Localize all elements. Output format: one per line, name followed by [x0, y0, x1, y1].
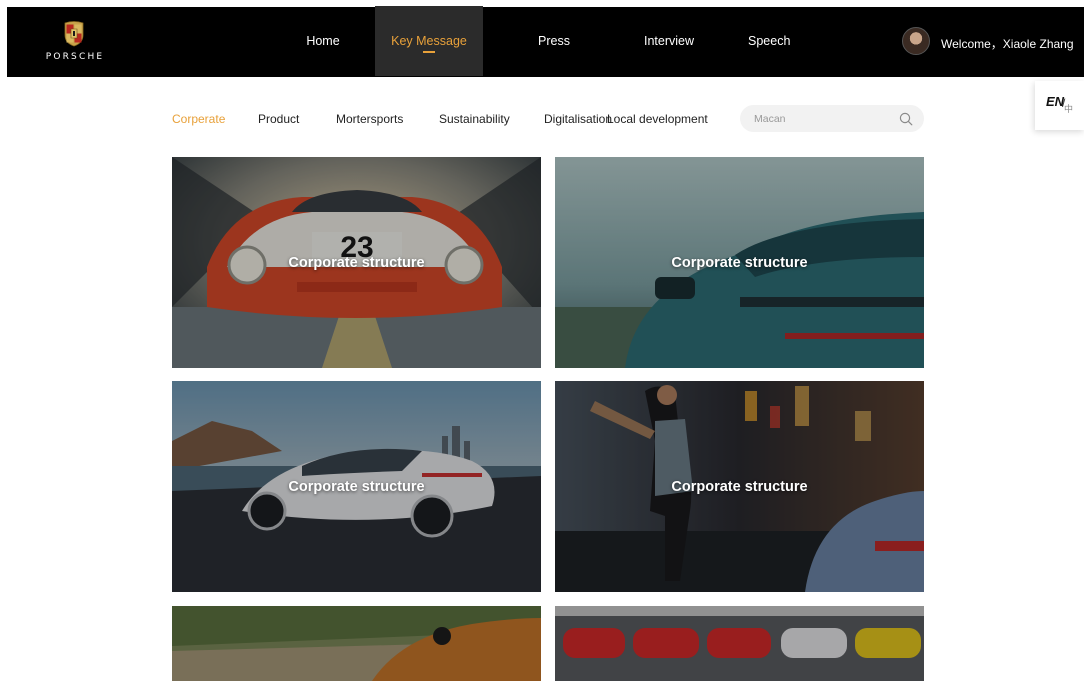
porsche-logo[interactable]: PORSCHE — [35, 21, 115, 65]
card-title: Corporate structure — [288, 479, 425, 495]
tab-product[interactable]: Product — [258, 112, 299, 126]
article-card[interactable] — [555, 606, 924, 681]
language-toggle[interactable]: EN / 中 — [1035, 81, 1084, 130]
tab-corperate[interactable]: Corperate — [172, 112, 225, 126]
tab-digitalisation[interactable]: Digitalisation — [544, 112, 612, 126]
article-card[interactable]: Corporate structure — [555, 157, 924, 368]
search-input[interactable] — [754, 111, 894, 126]
welcome-text: Welcome，Xiaole Zhang — [941, 37, 1074, 51]
card-title: Corporate structure — [671, 479, 808, 495]
tab-mortersports[interactable]: Mortersports — [336, 112, 403, 126]
nav-item-home[interactable]: Home — [302, 6, 344, 76]
card-overlay — [172, 606, 541, 681]
tab-sustainability[interactable]: Sustainability — [439, 112, 510, 126]
language-alternate: 中 — [1064, 105, 1074, 115]
card-overlay — [555, 606, 924, 681]
search-box — [740, 105, 924, 132]
article-card[interactable]: 23 Corporate structure — [172, 157, 541, 368]
porsche-crest-icon — [64, 21, 84, 47]
article-card[interactable] — [172, 606, 541, 681]
card-title: Corporate structure — [671, 255, 808, 271]
article-card[interactable]: Corporate structure — [555, 381, 924, 592]
nav-item-interview[interactable]: Interview — [643, 6, 695, 76]
nav-item-key-message[interactable]: Key Message — [375, 6, 483, 76]
nav-item-speech[interactable]: Speech — [748, 6, 790, 76]
tab-local-development[interactable]: Local development — [607, 112, 708, 126]
avatar[interactable] — [902, 27, 930, 55]
card-title: Corporate structure — [288, 255, 425, 271]
top-navigation-bar: PORSCHE Home Key Message Press Release I… — [7, 6, 1084, 118]
brand-wordmark: PORSCHE — [45, 52, 105, 62]
search-icon[interactable] — [899, 112, 913, 126]
nav-item-press-release[interactable]: Press Release — [517, 6, 591, 118]
article-card[interactable]: Corporate structure — [172, 381, 541, 592]
